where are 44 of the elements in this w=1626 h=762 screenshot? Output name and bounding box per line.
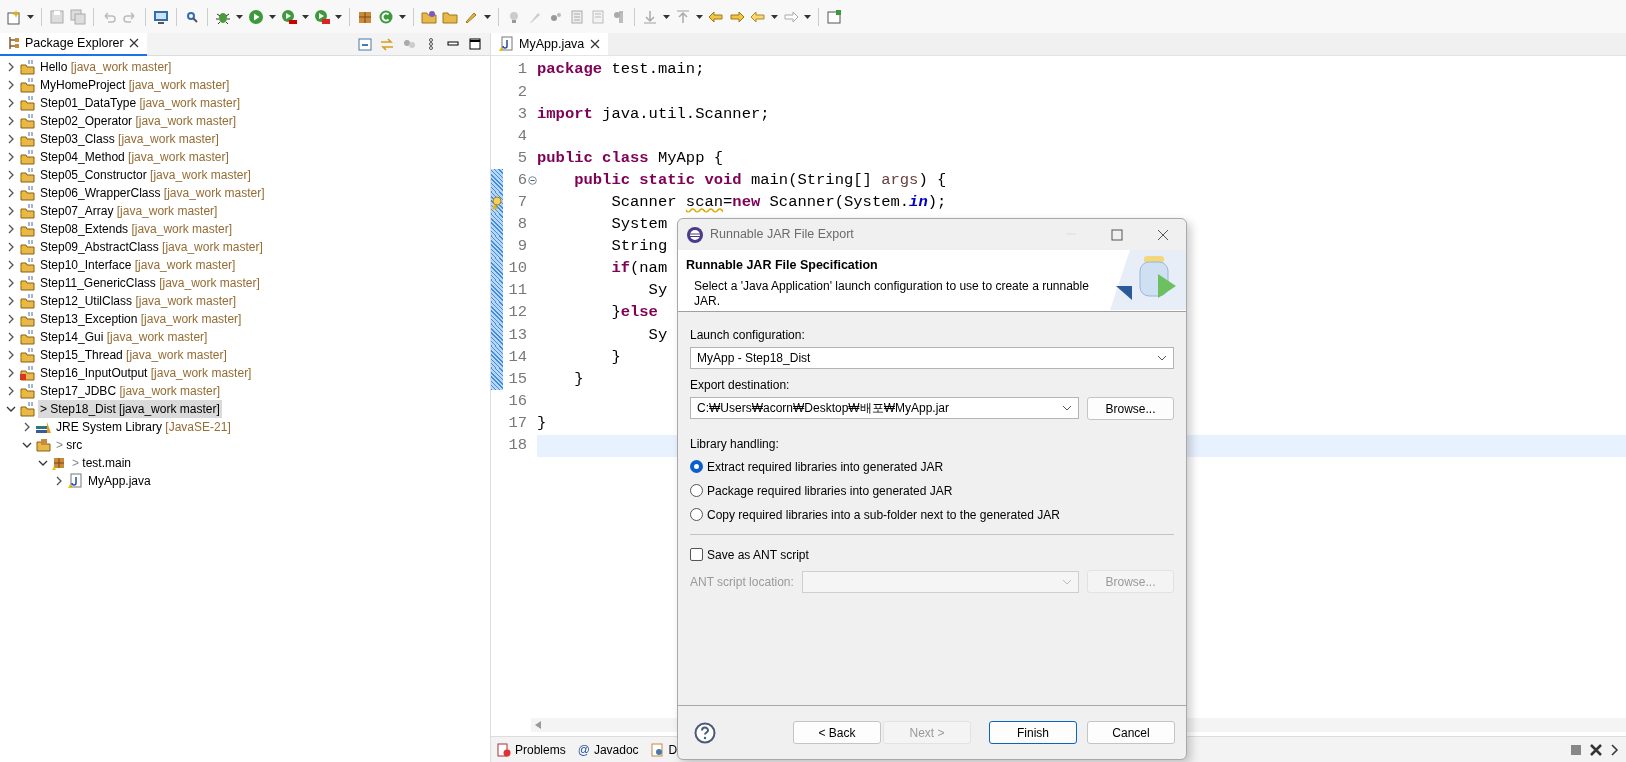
line-number: 17 [507,412,527,434]
line-number: 4 [516,125,527,147]
field-label: ANT script location: [690,573,794,591]
option-label: Extract required libraries into generated JAR [707,458,944,476]
line-number: 16 [507,390,527,412]
line-number: 14 [507,346,527,368]
code-line: } [610,346,621,368]
code-line: if(nam [610,258,668,280]
field-label: Launch configuration: [690,327,806,344]
code-line: } [573,368,584,390]
code-line: System [610,214,668,236]
code-line: String [610,236,668,258]
code-line: Scanner scan=new Scanner(System.in); [610,192,947,213]
code-line: Sy [647,324,668,346]
line-number: 9 [516,236,527,258]
checkbox-label: Save as ANT script [707,546,809,564]
page-description: Select a 'Java Application' launch configuration to use to create a runnable JAR. [693,278,1090,309]
code-line: } [537,412,547,434]
line-number: 12 [507,302,527,324]
line-number: 15 [507,368,527,390]
field-label: Export destination: [690,377,791,394]
code-line: package test.main; [537,59,705,81]
code-line: import java.util.Scanner; [537,103,770,125]
option-label: Copy required libraries into a sub-folder next to the generated JAR [707,506,1060,524]
line-number: 6 [516,169,527,191]
line-number: 18 [507,435,527,456]
code-line: Sy [647,280,668,302]
line-number: 5 [516,147,527,169]
line-number: 13 [507,324,527,346]
page-heading: Runnable JAR File Specification [686,257,879,274]
field-label: Library handling: [690,436,780,453]
code-line: public static void main(String[] args) { [573,169,947,191]
line-number: 8 [516,214,527,236]
line-number: 7 [516,192,527,213]
line-number: 2 [516,81,527,103]
line-number: 3 [516,103,527,125]
line-number: 1 [516,59,527,81]
at-icon: @ [577,740,590,759]
code-line: }else [610,302,658,324]
line-number: 11 [507,280,527,302]
code-line: public class MyApp { [537,147,724,169]
window-title: Runnable JAR File Export [710,226,854,244]
line-number: 10 [507,258,527,280]
option-label: Package required libraries into generated JAR [707,482,953,500]
